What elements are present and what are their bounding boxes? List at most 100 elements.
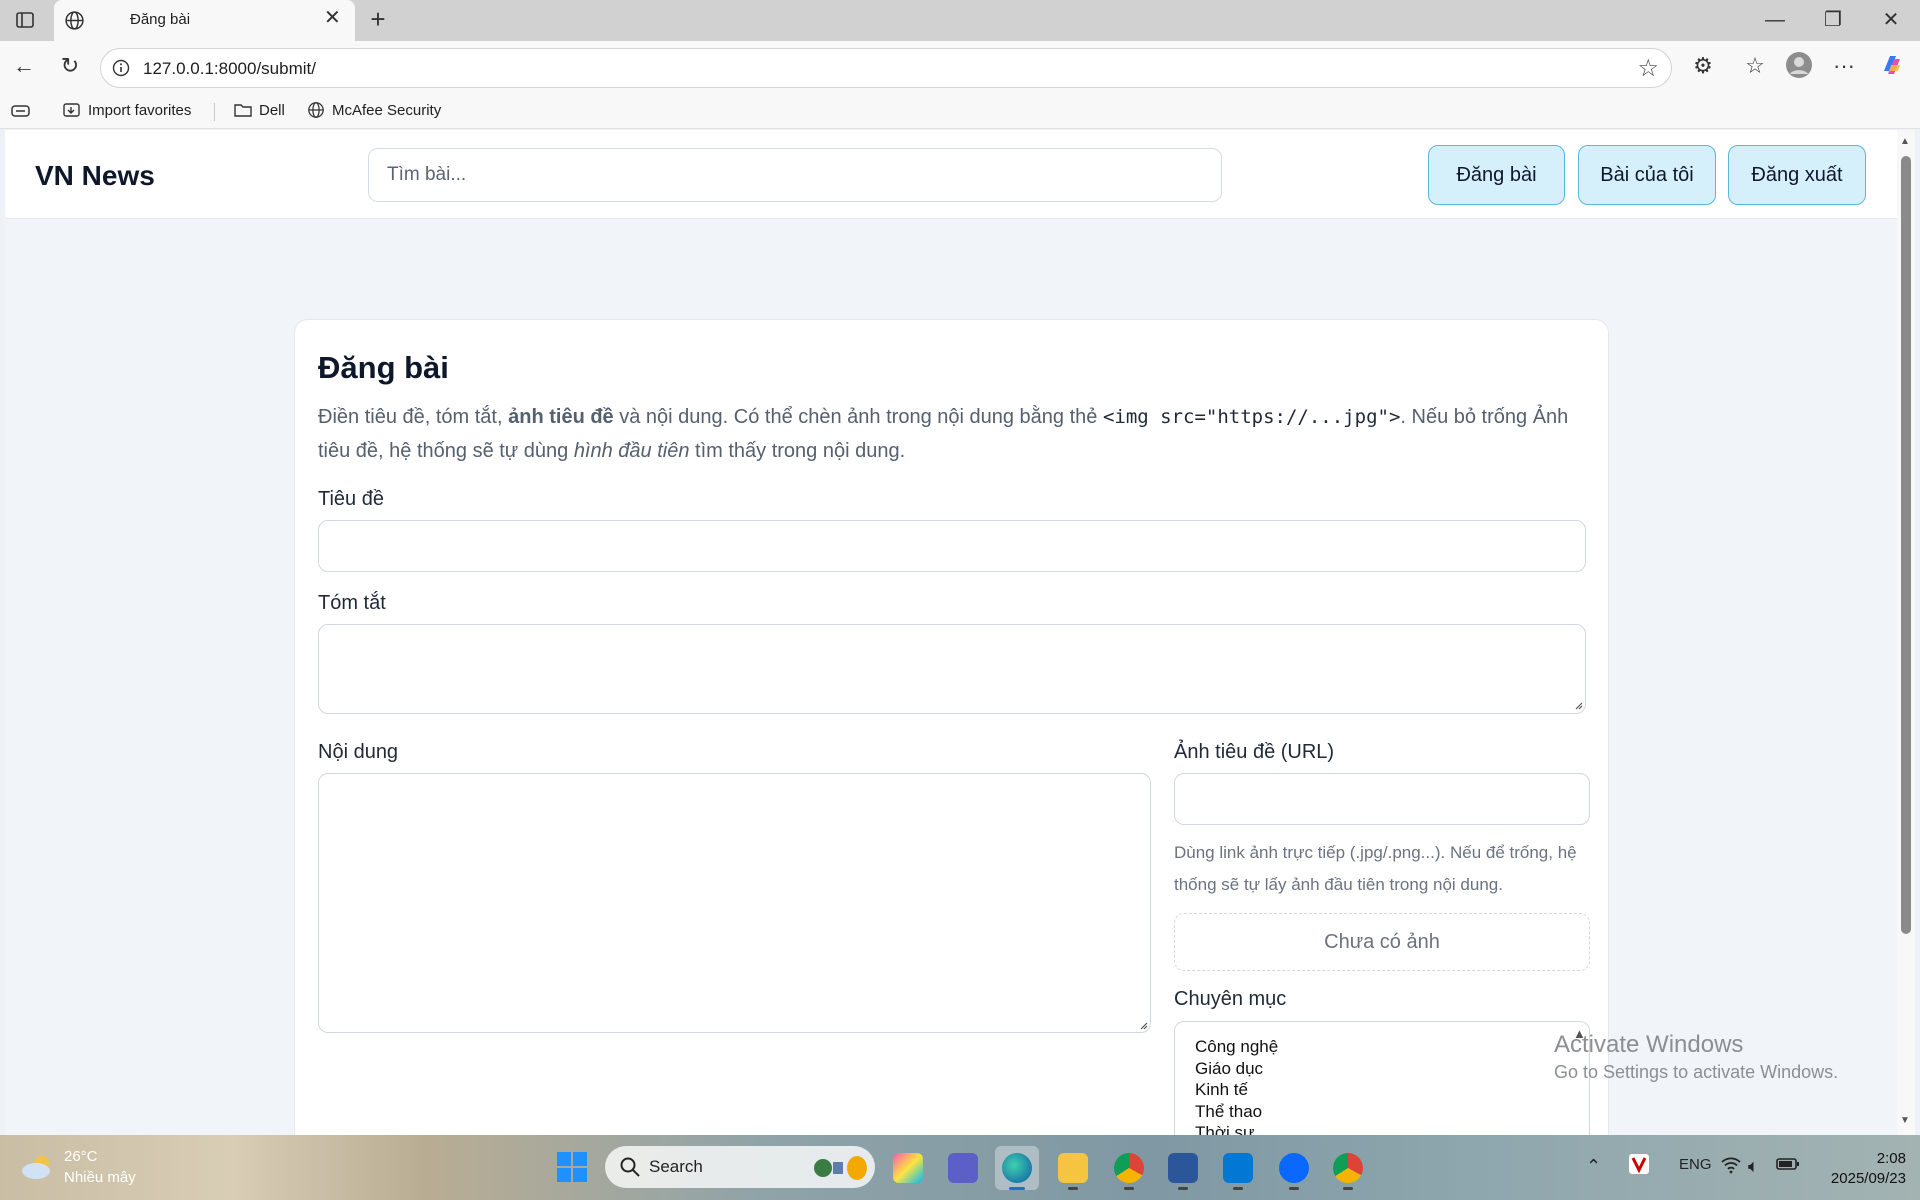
taskbar-app-chrome-profile[interactable]	[1326, 1146, 1370, 1190]
favorite-star-icon[interactable]: ☆	[1637, 54, 1659, 83]
mcafee-label: McAfee Security	[332, 102, 442, 119]
intro-text-1: Điền tiêu đề, tóm tắt,	[318, 406, 509, 428]
favorites-icon[interactable]: ☆	[1740, 51, 1770, 81]
copilot-icon[interactable]	[1877, 51, 1907, 81]
taskbar-search-label: Search	[649, 1157, 703, 1176]
title-input[interactable]	[318, 520, 1586, 572]
close-tab-icon[interactable]: ✕	[324, 8, 341, 28]
taskbar-search[interactable]: Search	[605, 1146, 875, 1188]
taskbar-app-copilot[interactable]	[886, 1146, 930, 1190]
intro-bold: ảnh tiêu đề	[508, 406, 614, 428]
windows-taskbar: 26°C Nhiều mây Search ⌃ ENG 🔈︎ 2:08 2025…	[0, 1135, 1920, 1200]
address-bar[interactable]: 127.0.0.1:8000/submit/ ☆	[100, 48, 1672, 88]
folder-icon	[1058, 1153, 1088, 1183]
taskbar-app-vscode[interactable]	[1216, 1146, 1260, 1190]
globe-icon	[65, 11, 84, 30]
battery-icon[interactable]	[1776, 1156, 1800, 1177]
search-highlight-icon	[814, 1156, 867, 1180]
page-scrollbar[interactable]: ▲ ▼	[1897, 130, 1915, 1135]
scroll-up-icon[interactable]: ▲	[1900, 136, 1910, 147]
language-indicator[interactable]: ENG	[1679, 1156, 1712, 1173]
category-option[interactable]: Kinh tế	[1195, 1079, 1278, 1101]
cover-image-url-input[interactable]	[1174, 773, 1590, 825]
taskbar-app-explorer[interactable]	[1051, 1146, 1095, 1190]
taskbar-app-teams[interactable]	[941, 1146, 985, 1190]
volume-icon[interactable]: 🔈︎	[1748, 1156, 1759, 1177]
category-select[interactable]: Công nghệ Giáo dục Kinh tế Thể thao Thời…	[1174, 1021, 1590, 1135]
content-textarea[interactable]	[318, 773, 1151, 1033]
taskbar-app-zalo[interactable]	[1272, 1146, 1316, 1190]
weather-status: Nhiều mây	[64, 1169, 136, 1186]
site-logo[interactable]: VN News	[35, 160, 155, 192]
clock-time: 2:08	[1876, 1150, 1906, 1167]
activate-windows-watermark: Activate Windows Go to Settings to activ…	[1554, 1030, 1838, 1084]
edge-icon	[1002, 1153, 1032, 1183]
chrome-icon	[1333, 1153, 1363, 1183]
weather-widget[interactable]: 26°C Nhiều mây	[20, 1148, 160, 1188]
refresh-icon[interactable]: ↻	[57, 53, 83, 79]
intro-code: <img src="https://...jpg">	[1102, 406, 1401, 428]
site-header: VN News Đăng bài Bài của tôi Đăng xuất	[5, 130, 1897, 219]
windows-start-icon[interactable]	[555, 1150, 589, 1184]
category-option[interactable]: Thời sự	[1195, 1122, 1278, 1135]
summary-label: Tóm tắt	[318, 592, 386, 614]
browser-tab-active[interactable]: Đăng bài ✕	[54, 0, 355, 41]
tab-title: Đăng bài	[130, 11, 191, 28]
resize-grip-icon[interactable]	[1138, 1020, 1148, 1030]
chrome-icon	[1114, 1153, 1144, 1183]
form-instructions: Điền tiêu đề, tóm tắt, ảnh tiêu đề và nộ…	[318, 400, 1583, 468]
tab-actions-icon[interactable]	[15, 10, 35, 30]
new-tab-button[interactable]: +	[364, 6, 392, 34]
temperature: 26°C	[64, 1148, 98, 1165]
watermark-subtitle: Go to Settings to activate Windows.	[1554, 1062, 1839, 1082]
category-option[interactable]: Giáo dục	[1195, 1058, 1278, 1080]
taskbar-app-chrome[interactable]	[1107, 1146, 1151, 1190]
taskbar-app-edge[interactable]	[995, 1146, 1039, 1190]
cloud-icon	[22, 1156, 50, 1179]
summary-textarea[interactable]	[318, 624, 1586, 714]
search-icon	[620, 1157, 640, 1177]
watermark-title: Activate Windows	[1554, 1031, 1744, 1058]
running-indicator	[1124, 1187, 1134, 1190]
dell-folder-link[interactable]: Dell	[233, 100, 285, 122]
antivirus-icon[interactable]	[1628, 1153, 1650, 1180]
running-indicator	[1068, 1187, 1078, 1190]
page-viewport: VN News Đăng bài Bài của tôi Đăng xuất Đ…	[5, 130, 1897, 1135]
word-icon	[1168, 1153, 1198, 1183]
site-info-icon[interactable]	[111, 58, 131, 78]
scrollbar-thumb[interactable]	[1901, 156, 1911, 934]
profile-avatar[interactable]	[1784, 51, 1814, 81]
back-icon[interactable]: ←	[11, 53, 37, 79]
intro-text-2: và nội dung. Có thể chèn ảnh trong nội d…	[613, 406, 1103, 428]
wifi-icon[interactable]	[1720, 1156, 1742, 1179]
taskbar-app-word[interactable]	[1161, 1146, 1205, 1190]
url-text[interactable]: 127.0.0.1:8000/submit/	[143, 59, 316, 79]
import-favorites-link[interactable]: Import favorites	[62, 100, 191, 122]
search-input[interactable]	[368, 148, 1222, 202]
running-indicator	[1178, 1187, 1188, 1190]
category-option[interactable]: Công nghệ	[1195, 1036, 1278, 1058]
resize-grip-icon[interactable]	[1573, 700, 1583, 710]
more-menu-icon[interactable]: ···	[1829, 51, 1859, 81]
copilot-app-icon	[893, 1153, 923, 1183]
submit-form-card: Đăng bài Điền tiêu đề, tóm tắt, ảnh tiêu…	[294, 319, 1609, 1135]
logout-button[interactable]: Đăng xuất	[1728, 145, 1866, 205]
my-posts-button[interactable]: Bài của tôi	[1578, 145, 1716, 205]
system-clock[interactable]: 2:08 2025/09/23	[1818, 1149, 1906, 1189]
post-article-button[interactable]: Đăng bài	[1428, 145, 1565, 205]
mcafee-link[interactable]: McAfee Security	[306, 100, 441, 122]
category-option[interactable]: Thể thao	[1195, 1101, 1278, 1123]
restore-icon[interactable]: ❐	[1818, 8, 1848, 32]
extensions-icon[interactable]: ⚙	[1688, 51, 1718, 81]
reading-list-icon[interactable]	[10, 100, 38, 122]
chevron-up-icon[interactable]: ⌃	[1586, 1156, 1601, 1177]
teams-icon	[948, 1153, 978, 1183]
cover-image-hint: Dùng link ảnh trực tiếp (.jpg/.png...). …	[1174, 843, 1577, 894]
browser-toolbar: ← ↻ 127.0.0.1:8000/submit/ ☆ ⚙ ☆ ···	[0, 41, 1920, 94]
intro-italic: hình đầu tiên	[573, 440, 690, 462]
minimize-icon[interactable]: —	[1760, 8, 1790, 32]
scroll-down-icon[interactable]: ▼	[1900, 1115, 1910, 1126]
cover-image-preview: Chưa có ảnh	[1174, 913, 1590, 971]
page-title: Đăng bài	[318, 350, 449, 385]
close-window-icon[interactable]: ✕	[1876, 8, 1906, 32]
